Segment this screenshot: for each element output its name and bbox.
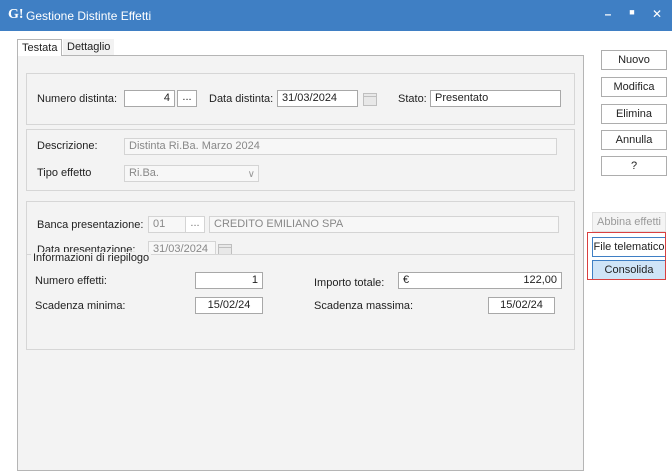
modifica-button[interactable]: Modifica bbox=[601, 77, 667, 97]
main-panel: Numero distinta: 4 ... Data distinta: 31… bbox=[17, 55, 584, 471]
minimize-icon[interactable]: – bbox=[599, 7, 617, 23]
tab-testata[interactable]: Testata bbox=[17, 39, 63, 56]
banca-name-field: CREDITO EMILIANO SPA bbox=[209, 216, 559, 233]
numero-lookup-button[interactable]: ... bbox=[177, 90, 197, 107]
tab-dettaglio-effetti[interactable]: Dettaglio Effetti bbox=[63, 39, 115, 69]
scadenza-massima-field: 15/02/24 bbox=[488, 297, 555, 314]
descrizione-label: Descrizione: bbox=[37, 140, 98, 152]
numero-effetti-field: 1 bbox=[195, 272, 263, 289]
scadenza-minima-label: Scadenza minima: bbox=[35, 300, 126, 312]
calendar-icon[interactable] bbox=[363, 93, 377, 106]
window-title: Gestione Distinte Effetti bbox=[26, 9, 152, 23]
stato-label: Stato: bbox=[398, 93, 427, 105]
title-bar: G! Gestione Distinte Effetti – ■ ✕ bbox=[0, 0, 672, 31]
elimina-button[interactable]: Elimina bbox=[601, 104, 667, 124]
descrizione-group: Descrizione: Distinta Ri.Ba. Marzo 2024 … bbox=[26, 129, 575, 191]
maximize-icon[interactable]: ■ bbox=[623, 7, 641, 23]
help-button[interactable]: ? bbox=[601, 156, 667, 176]
scadenza-minima-field: 15/02/24 bbox=[195, 297, 263, 314]
importo-totale-label: Importo totale: bbox=[314, 277, 385, 289]
stato-field: Presentato bbox=[430, 90, 561, 107]
scadenza-massima-label: Scadenza massima: bbox=[314, 300, 414, 312]
tipo-effetto-value: Ri.Ba. bbox=[129, 167, 159, 179]
banca-lookup-button[interactable]: ... bbox=[185, 216, 205, 233]
tipo-effetto-select[interactable]: Ri.Ba. ∨ bbox=[124, 165, 259, 182]
highlight-box bbox=[587, 232, 666, 280]
abbina-effetti-button[interactable]: Abbina effetti bbox=[592, 212, 666, 232]
descrizione-field[interactable]: Distinta Ri.Ba. Marzo 2024 bbox=[124, 138, 557, 155]
data-distinta-label: Data distinta: bbox=[209, 93, 274, 105]
numero-distinta-label: Numero distinta: bbox=[37, 93, 118, 105]
currency-symbol: € bbox=[403, 274, 410, 286]
riepilogo-group: Informazioni di riepilogo Numero effetti… bbox=[26, 252, 575, 350]
app-logo-icon: G! bbox=[8, 7, 24, 22]
annulla-button[interactable]: Annulla bbox=[601, 130, 667, 150]
data-distinta-field[interactable]: 31/03/2024 bbox=[277, 90, 358, 107]
banca-code-field[interactable]: 01 bbox=[148, 216, 186, 233]
numero-distinta-field[interactable]: 4 bbox=[124, 90, 175, 107]
numero-effetti-label: Numero effetti: bbox=[35, 275, 107, 287]
riepilogo-title: Informazioni di riepilogo bbox=[31, 252, 152, 264]
tipo-effetto-label: Tipo effetto bbox=[37, 167, 92, 179]
close-icon[interactable]: ✕ bbox=[648, 7, 666, 23]
importo-totale-value: 122,00 bbox=[523, 274, 557, 286]
header-group: Numero distinta: 4 ... Data distinta: 31… bbox=[26, 73, 575, 125]
importo-totale-field: € 122,00 bbox=[398, 272, 562, 289]
chevron-down-icon: ∨ bbox=[247, 169, 255, 180]
nuovo-button[interactable]: Nuovo bbox=[601, 50, 667, 70]
banca-presentazione-label: Banca presentazione: bbox=[37, 219, 144, 231]
